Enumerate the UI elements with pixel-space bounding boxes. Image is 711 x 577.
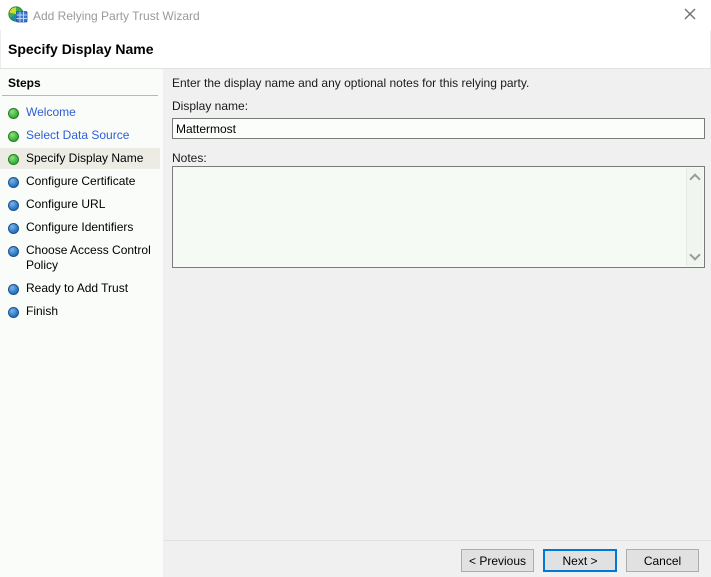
blue-dot-icon (8, 246, 19, 257)
sidebar-step-specify-display-name: Specify Display Name (0, 148, 160, 169)
cancel-button[interactable]: Cancel (626, 549, 699, 572)
page-title: Specify Display Name (8, 41, 154, 57)
chevron-down-icon[interactable] (689, 249, 700, 260)
sidebar-step-configure-url: Configure URL (0, 194, 160, 215)
blue-dot-icon (8, 307, 19, 318)
sidebar-step-finish: Finish (0, 301, 160, 322)
steps-sidebar: Steps Welcome Select Data Source Specify D… (0, 69, 163, 577)
sidebar-step-welcome[interactable]: Welcome (0, 102, 160, 123)
step-label: Finish (26, 304, 58, 318)
wizard-window: Add Relying Party Trust Wizard Specify D… (0, 0, 711, 577)
blue-dot-icon (8, 177, 19, 188)
step-label: Configure Identifiers (26, 220, 133, 234)
blue-dot-icon (8, 200, 19, 211)
green-dot-icon (8, 131, 19, 142)
steps-heading: Steps (0, 69, 160, 95)
step-label: Specify Display Name (26, 151, 143, 165)
sidebar-step-ready-to-add-trust: Ready to Add Trust (0, 278, 160, 299)
sidebar-step-choose-access-control-policy: Choose Access Control Policy (0, 240, 160, 276)
next-button[interactable]: Next > (543, 549, 617, 572)
notes-textarea[interactable] (174, 168, 686, 266)
close-icon[interactable] (681, 5, 699, 23)
wizard-button-bar: < Previous Next > Cancel (163, 540, 711, 577)
step-label: Configure Certificate (26, 174, 135, 188)
wizard-page-content: Enter the display name and any optional … (163, 69, 711, 577)
sidebar-step-configure-identifiers: Configure Identifiers (0, 217, 160, 238)
sidebar-step-select-data-source[interactable]: Select Data Source (0, 125, 160, 146)
page-instructions: Enter the display name and any optional … (172, 76, 705, 90)
step-label: Configure URL (26, 197, 105, 211)
notes-scrollbar[interactable] (686, 168, 703, 266)
step-label: Select Data Source (26, 128, 129, 142)
adfs-wizard-icon (8, 5, 28, 25)
step-label: Ready to Add Trust (26, 281, 128, 295)
display-name-input[interactable] (172, 118, 705, 139)
title-bar: Add Relying Party Trust Wizard (0, 0, 711, 30)
blue-dot-icon (8, 223, 19, 234)
sidebar-step-configure-certificate: Configure Certificate (0, 171, 160, 192)
notes-field-frame (172, 166, 705, 268)
chevron-up-icon[interactable] (689, 173, 700, 184)
display-name-label: Display name: (172, 99, 248, 113)
window-title: Add Relying Party Trust Wizard (33, 9, 200, 23)
step-label: Choose Access Control Policy (26, 243, 151, 272)
steps-heading-rule (2, 95, 158, 96)
previous-button[interactable]: < Previous (461, 549, 534, 572)
green-dot-icon (8, 154, 19, 165)
step-label: Welcome (26, 105, 76, 119)
notes-label: Notes: (172, 151, 207, 165)
steps-list: Welcome Select Data Source Specify Display… (0, 102, 160, 322)
blue-dot-icon (8, 284, 19, 295)
green-dot-icon (8, 108, 19, 119)
